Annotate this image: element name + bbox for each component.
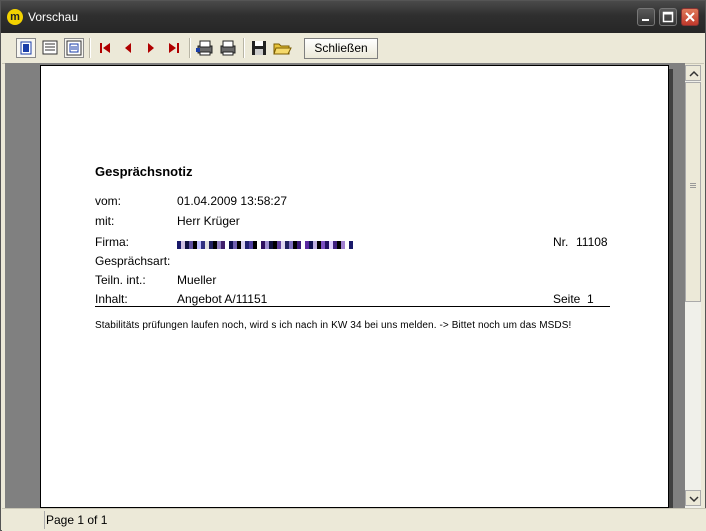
minimize-icon bbox=[642, 19, 649, 21]
next-page-icon bbox=[148, 43, 154, 53]
floppy-disk-icon bbox=[252, 41, 266, 55]
report-page: Gesprächsnotiz vom: 01.04.2009 13:58:27 … bbox=[40, 65, 669, 508]
vom-label: vom: bbox=[95, 194, 122, 208]
print-setup-button[interactable] bbox=[195, 38, 215, 58]
first-page-icon bbox=[100, 43, 110, 53]
page-shadow bbox=[669, 69, 673, 508]
window-title: Vorschau bbox=[28, 10, 79, 24]
note-text: Stabilitäts prüfungen laufen noch, wird … bbox=[95, 320, 572, 331]
scroll-down-button[interactable] bbox=[685, 490, 701, 506]
firma-label: Firma: bbox=[95, 235, 129, 249]
printer-setup-icon bbox=[196, 40, 213, 56]
seite-value: 1 bbox=[587, 292, 594, 306]
mit-value: Herr Krüger bbox=[177, 214, 240, 228]
inhalt-value: Angebot A/11151 bbox=[177, 292, 268, 306]
nr-value: 11108 bbox=[576, 235, 608, 249]
vom-value: 01.04.2009 13:58:27 bbox=[177, 194, 288, 208]
minimize-button[interactable] bbox=[637, 8, 655, 26]
maximize-button[interactable] bbox=[659, 8, 677, 26]
inhalt-label: Inhalt: bbox=[95, 292, 128, 306]
previous-page-icon bbox=[125, 43, 131, 53]
title-bar[interactable]: m Vorschau bbox=[1, 1, 705, 33]
chevron-down-icon bbox=[689, 496, 699, 503]
printer-icon bbox=[220, 40, 236, 56]
scroll-up-button[interactable] bbox=[685, 65, 701, 81]
page-width-view-button[interactable] bbox=[40, 38, 60, 58]
toolbar: Schließen bbox=[2, 33, 704, 64]
save-button[interactable] bbox=[249, 38, 269, 58]
maximize-icon bbox=[662, 11, 674, 23]
document-heading: Gesprächsnotiz bbox=[95, 164, 193, 179]
gespraechsart-label: Gesprächsart: bbox=[95, 254, 171, 268]
close-window-button[interactable] bbox=[681, 8, 699, 26]
close-icon bbox=[685, 12, 695, 22]
page-width-icon bbox=[42, 40, 58, 55]
print-button[interactable] bbox=[218, 38, 238, 58]
preview-window: m Vorschau Schließen Gesprächsnotiz vom:… bbox=[0, 0, 706, 531]
vertical-scrollbar[interactable] bbox=[685, 65, 701, 508]
next-page-button[interactable] bbox=[141, 38, 161, 58]
scroll-thumb[interactable] bbox=[685, 82, 701, 302]
whole-page-icon bbox=[20, 41, 32, 55]
teilnehmer-value: Mueller bbox=[177, 273, 217, 287]
app-logo-icon: m bbox=[7, 9, 23, 25]
first-page-button[interactable] bbox=[95, 38, 115, 58]
close-preview-button[interactable]: Schließen bbox=[304, 38, 378, 59]
chevron-up-icon bbox=[689, 70, 699, 77]
teilnehmer-label: Teiln. int.: bbox=[95, 273, 146, 287]
zoom-page-icon bbox=[66, 40, 82, 56]
open-button[interactable] bbox=[272, 38, 292, 58]
page-indicator: Page 1 of 1 bbox=[46, 513, 108, 527]
toolbar-separator bbox=[189, 38, 191, 58]
toolbar-separator bbox=[89, 38, 91, 58]
preview-viewport[interactable]: Gesprächsnotiz vom: 01.04.2009 13:58:27 … bbox=[5, 63, 685, 508]
header-rule bbox=[95, 306, 610, 307]
toolbar-separator bbox=[243, 38, 245, 58]
firma-redacted-value bbox=[177, 238, 353, 249]
last-page-button[interactable] bbox=[164, 38, 184, 58]
mit-label: mit: bbox=[95, 214, 115, 228]
last-page-icon bbox=[169, 43, 179, 53]
previous-page-button[interactable] bbox=[118, 38, 138, 58]
status-bar: Page 1 of 1 bbox=[2, 508, 706, 531]
open-folder-icon bbox=[273, 43, 292, 55]
zoom-100-view-button[interactable] bbox=[64, 38, 84, 58]
seite-label: Seite bbox=[553, 292, 581, 306]
nr-label: Nr. bbox=[553, 235, 569, 249]
status-divider bbox=[44, 511, 45, 529]
whole-page-view-button[interactable] bbox=[16, 38, 36, 58]
